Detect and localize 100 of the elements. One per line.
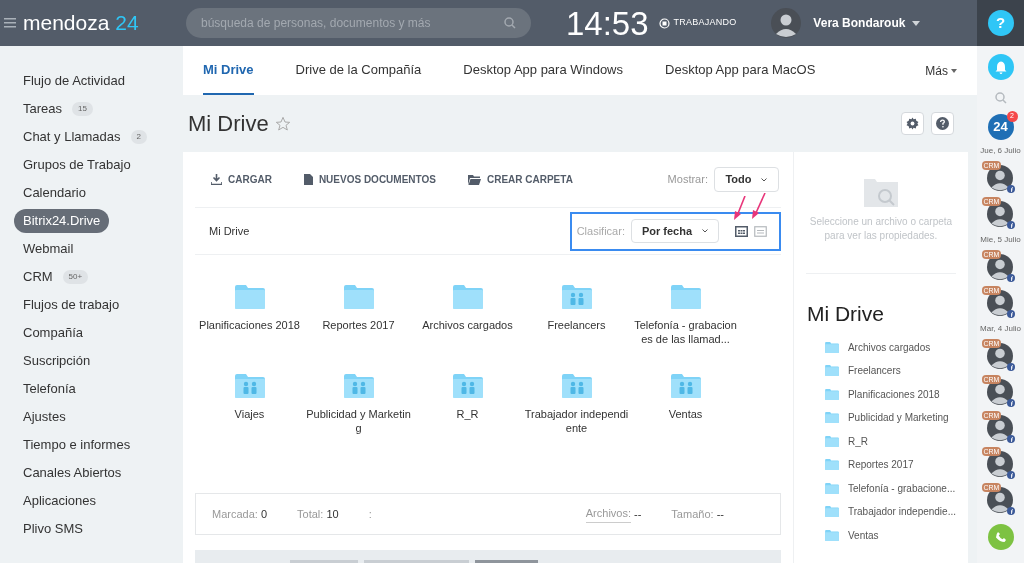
folder-name[interactable]: Planificaciones 2018 xyxy=(197,318,302,332)
sidebar-item[interactable]: Flujos de trabajo xyxy=(14,295,129,315)
total-count: Total: 10 xyxy=(297,506,339,522)
star-icon[interactable] xyxy=(274,115,291,132)
show-label: Mostrar: xyxy=(667,172,708,188)
tree-item[interactable]: Planificaciones 2018 xyxy=(847,386,940,402)
tab[interactable]: Mi Drive xyxy=(203,46,254,95)
phone-icon xyxy=(994,531,1007,543)
tree-item[interactable]: Ventas xyxy=(847,527,879,543)
count-badge: 2 xyxy=(130,130,147,144)
sidebar-item[interactable]: Tareas xyxy=(14,99,72,119)
folder-name[interactable]: Reportes 2017 xyxy=(306,318,411,332)
sidebar-item[interactable]: Telefonía xyxy=(14,379,85,399)
sidebar-item[interactable]: Grupos de Trabajo xyxy=(14,155,140,175)
help-button[interactable] xyxy=(931,112,954,135)
user-name[interactable]: Vera Bondarouk xyxy=(813,14,906,32)
document-icon xyxy=(303,174,313,185)
folder-name[interactable]: Archivos cargados xyxy=(415,318,520,332)
folder-icon xyxy=(670,285,701,309)
clock: 14:53 xyxy=(566,6,649,40)
folder-icon xyxy=(467,174,481,185)
shared-folder-icon xyxy=(234,374,265,398)
shared-folder-icon xyxy=(452,374,483,398)
settings-button[interactable] xyxy=(901,112,924,135)
tree-item[interactable]: Archivos cargados xyxy=(847,339,931,355)
help-icon xyxy=(936,117,949,130)
folder-icon xyxy=(234,285,265,309)
sidebar-item[interactable]: Chat y Llamadas xyxy=(14,127,130,147)
folder-name[interactable]: Freelancers xyxy=(524,318,629,332)
sidebar-item[interactable]: CRM xyxy=(14,267,62,287)
list-view-icon[interactable] xyxy=(753,225,767,237)
user-avatar xyxy=(771,8,802,38)
phone-button[interactable] xyxy=(987,524,1014,550)
search-field[interactable]: búsqueda de personas, documentos y más xyxy=(186,8,531,38)
search-icon[interactable] xyxy=(504,17,516,29)
annotation-arrow xyxy=(733,196,746,220)
tree-item[interactable]: R_R xyxy=(847,433,868,449)
folder-name[interactable]: Telefonía - grabaciones de las llamad... xyxy=(633,318,738,346)
toolbar-button[interactable]: CARGAR xyxy=(211,172,272,187)
folder-icon xyxy=(824,341,839,353)
folder-name[interactable]: Trabajador independiente xyxy=(524,407,629,435)
sidebar-item[interactable]: Suscripción xyxy=(14,351,100,371)
sidebar-item[interactable]: Compañía xyxy=(14,323,92,343)
sidebar-item[interactable]: Bitrix24.Drive xyxy=(14,209,110,233)
count-badge: 15 xyxy=(72,102,93,116)
tree-item[interactable]: Freelancers xyxy=(847,363,901,379)
sidebar-item[interactable]: Tiempo e informes xyxy=(14,435,140,455)
work-status[interactable]: TRABAJANDO xyxy=(673,16,737,30)
sidebar-item[interactable]: Canales Abiertos xyxy=(14,463,131,483)
folder-search-icon xyxy=(863,179,898,207)
folder-icon xyxy=(824,482,839,494)
more-tab[interactable]: Más xyxy=(925,46,957,95)
folder-icon xyxy=(824,365,839,377)
notifications-button[interactable] xyxy=(987,54,1014,80)
properties-hint: Seleccione un archivo o carpeta para ver las propiedades. xyxy=(808,215,954,243)
chevron-icon xyxy=(702,229,708,233)
folder-icon xyxy=(824,506,839,518)
tree-item[interactable]: Trabajador independie... xyxy=(847,504,956,520)
files-count: -- xyxy=(634,506,642,522)
tab[interactable]: Desktop App para Windows xyxy=(463,46,623,95)
sidebar-item[interactable]: Flujo de Actividad xyxy=(14,71,134,91)
settings-icon xyxy=(906,117,919,130)
show-dropdown[interactable]: Todo xyxy=(713,167,779,192)
tree-item[interactable]: Reportes 2017 xyxy=(847,457,914,473)
sidebar-item[interactable]: Aplicaciones xyxy=(14,491,105,511)
search-icon[interactable] xyxy=(994,92,1007,104)
facebook-icon xyxy=(1006,471,1015,479)
breadcrumb[interactable]: Mi Drive xyxy=(209,222,250,240)
count-badge: 50+ xyxy=(62,270,89,284)
menu-icon[interactable] xyxy=(4,18,16,28)
caret-icon[interactable] xyxy=(912,20,921,26)
sort-dropdown[interactable]: Por fecha xyxy=(630,219,719,243)
facebook-icon xyxy=(1006,310,1015,318)
tab[interactable]: Drive de la Compañía xyxy=(295,46,422,95)
sidebar-item[interactable]: Plivo SMS xyxy=(14,519,92,539)
folder-icon xyxy=(824,388,839,400)
date-label: Mie, 5 Julio xyxy=(980,234,1021,246)
grid-view-icon[interactable] xyxy=(734,225,748,237)
sidebar-item[interactable]: Calendario xyxy=(14,183,95,203)
tab[interactable]: Desktop App para MacOS xyxy=(665,46,816,95)
sidebar-item[interactable]: Webmail xyxy=(14,239,83,259)
tree-item[interactable]: Telefonía - grabacione... xyxy=(847,480,956,496)
record-icon[interactable] xyxy=(658,17,670,29)
folder-name[interactable]: Ventas xyxy=(633,407,738,421)
tree-item[interactable]: Publicidad y Marketing xyxy=(847,410,949,426)
marked-count: Marcada: 0 xyxy=(212,506,268,522)
toolbar-button[interactable]: CREAR CARPETA xyxy=(467,172,573,187)
tree-title: Mi Drive xyxy=(806,301,885,327)
date-label: Mar, 4 Julio xyxy=(980,323,1021,335)
toolbar-button[interactable]: NUEVOS DOCUMENTOS xyxy=(303,172,436,187)
shared-folder-icon xyxy=(561,374,592,398)
folder-name[interactable]: Viajes xyxy=(197,407,302,421)
folder-icon xyxy=(824,435,839,447)
folder-name[interactable]: Publicidad y Marketing xyxy=(306,407,411,435)
sidebar-item[interactable]: Ajustes xyxy=(14,407,75,427)
folder-name[interactable]: R_R xyxy=(415,407,520,421)
folder-icon xyxy=(824,459,839,471)
size-count: Tamaño: -- xyxy=(671,506,724,522)
logo[interactable]: mendoza 24 xyxy=(23,7,186,39)
sort-label: Clasificar: xyxy=(576,223,625,239)
